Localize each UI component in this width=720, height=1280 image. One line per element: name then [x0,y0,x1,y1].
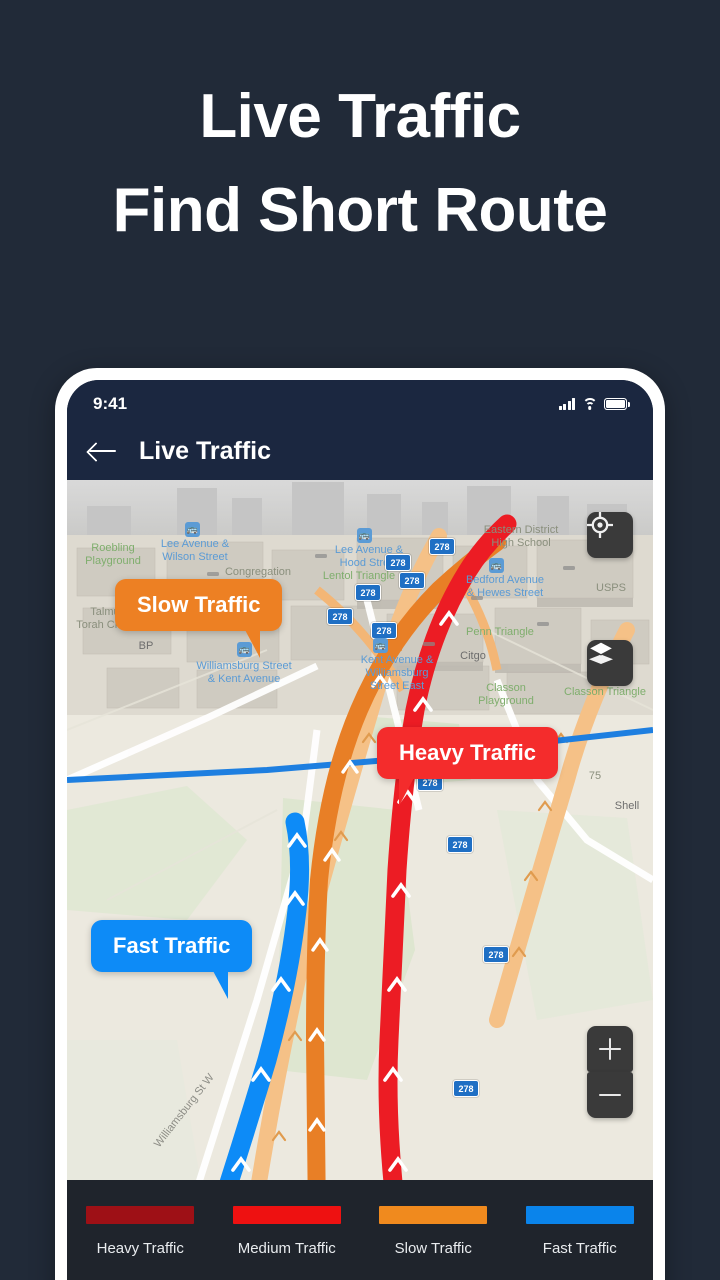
legend-swatch-medium [232,1206,341,1224]
legend-label: Slow Traffic [394,1240,472,1257]
bus-stop-icon: 🚌 [185,522,200,537]
crosshair-icon [587,512,613,538]
legend-swatch-heavy [86,1206,195,1224]
legend-swatch-slow [379,1206,488,1224]
highway-shield: 278 [447,836,473,853]
layers-icon [587,641,615,664]
minus-icon [599,1084,621,1106]
highway-shield: 278 [483,946,509,963]
bus-stop-icon: 🚌 [357,528,372,543]
legend-item: Heavy Traffic [80,1206,200,1257]
layers-button[interactable] [587,640,633,686]
legend-label: Medium Traffic [237,1240,336,1257]
zoom-out-button[interactable] [587,1072,633,1118]
app-bar: Live Traffic [67,422,653,480]
legend-swatch-fast [525,1206,634,1224]
status-bar-time: 9:41 [93,394,128,413]
wifi-icon [582,398,597,410]
highway-shield: 278 [385,554,411,571]
status-bar: 9:41 [67,380,653,422]
map-view[interactable]: Williamsburg St W Roebling Playground Lee… [67,480,653,1220]
legend-item: Slow Traffic [373,1206,493,1257]
legend-label: Heavy Traffic [96,1240,184,1257]
page-headline: Live Traffic Find Short Route [0,70,720,258]
highway-shield: 278 [453,1080,479,1097]
plus-icon [599,1038,621,1060]
traffic-legend: Heavy Traffic Medium Traffic Slow Traffi… [67,1180,653,1280]
callout-heavy-traffic[interactable]: Heavy Traffic [377,727,558,806]
phone-screen: 9:41 Live Traffic Williamsburg St W Roeb… [67,380,653,1280]
status-bar-icons [559,398,630,410]
highway-shield: 278 [327,608,353,625]
legend-item: Medium Traffic [227,1206,347,1257]
phone-mockup: 9:41 Live Traffic Williamsburg St W Roeb… [55,368,665,1280]
highway-shield: 278 [399,572,425,589]
locate-button[interactable] [587,512,633,558]
app-bar-title: Live Traffic [139,436,271,465]
callout-fast-traffic[interactable]: Fast Traffic [91,920,253,999]
bus-stop-icon: 🚌 [373,638,388,653]
callout-slow-traffic[interactable]: Slow Traffic [115,579,283,658]
back-arrow-icon[interactable] [89,440,117,462]
signal-icon [559,398,575,410]
zoom-in-button[interactable] [587,1026,633,1072]
headline-line-2: Find Short Route [112,176,608,246]
battery-icon [604,398,630,410]
legend-label: Fast Traffic [542,1240,617,1257]
highway-shield: 278 [429,538,455,555]
bus-stop-icon: 🚌 [489,558,504,573]
highway-shield: 278 [371,622,397,639]
headline-line-1: Live Traffic [199,82,521,151]
legend-item: Fast Traffic [520,1206,640,1257]
highway-shield: 278 [355,584,381,601]
